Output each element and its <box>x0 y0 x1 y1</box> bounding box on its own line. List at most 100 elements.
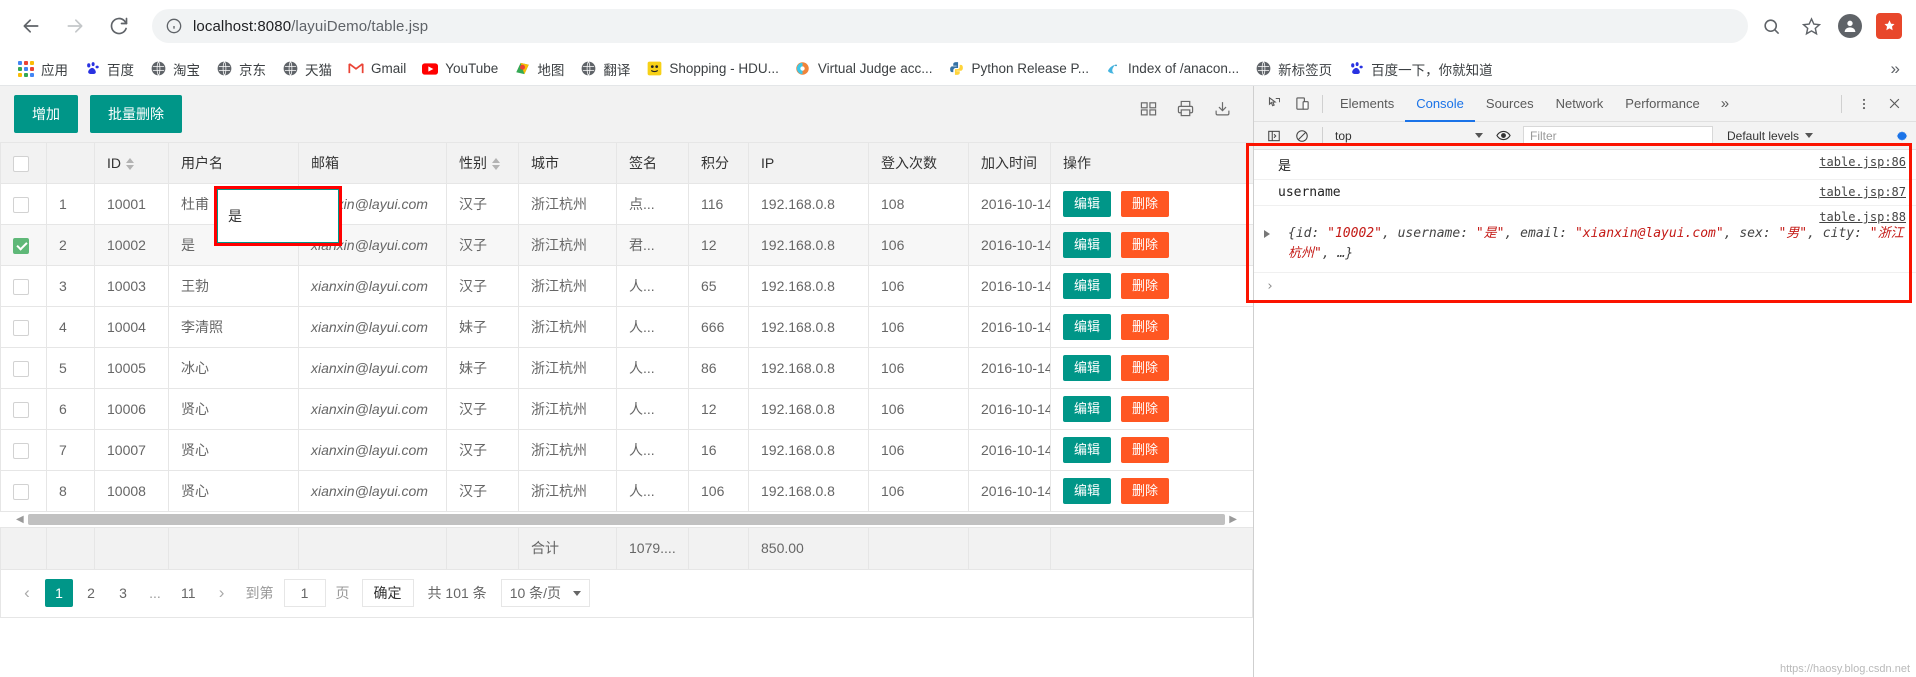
close-icon[interactable] <box>1880 90 1908 118</box>
table-row[interactable]: 7 10007 贤心 xianxin@layui.com 汉子 浙江杭州 人... 16 192… <box>0 429 1254 471</box>
batch-delete-button[interactable]: 批量删除 <box>90 95 182 133</box>
delete-button[interactable]: 删除 <box>1121 232 1170 258</box>
reload-button[interactable] <box>102 9 136 43</box>
row-select-cell[interactable] <box>0 388 47 430</box>
console-filter-input[interactable]: Filter <box>1523 125 1713 146</box>
console-object-preview[interactable]: {id: "10002", username: "是", email: "xia… <box>1278 224 1906 264</box>
page-prev-button[interactable]: ‹ <box>13 579 41 607</box>
bookmark-youtube[interactable]: YouTube <box>414 56 506 82</box>
edit-button[interactable]: 编辑 <box>1063 478 1112 504</box>
row-select-cell[interactable] <box>0 265 47 307</box>
table-row[interactable]: 5 10005 冰心 xianxin@layui.com 妹子 浙江杭州 人... 86 192… <box>0 347 1254 389</box>
edit-button[interactable]: 编辑 <box>1063 273 1112 299</box>
columns-filter-icon[interactable] <box>1140 100 1157 117</box>
console-log-source-link[interactable]: table.jsp:86 <box>1819 155 1906 169</box>
delete-button[interactable]: 删除 <box>1121 478 1170 504</box>
scroll-right-arrow-icon[interactable]: ▶ <box>1225 514 1241 525</box>
kebab-menu-icon[interactable] <box>1850 90 1878 118</box>
row-select-cell[interactable] <box>0 429 47 471</box>
table-horizontal-scrollbar[interactable]: ◀ ▶ <box>0 512 1253 528</box>
bookmark-taobao[interactable]: 淘宝 <box>142 56 208 82</box>
page-number-11[interactable]: 11 <box>173 579 204 607</box>
zoom-search-icon[interactable] <box>1758 13 1784 39</box>
page-number-1[interactable]: 1 <box>45 579 73 607</box>
edit-button[interactable]: 编辑 <box>1063 437 1112 463</box>
username-edit-input[interactable] <box>217 189 339 243</box>
th-sex[interactable]: 性别 <box>446 142 519 184</box>
scroll-left-arrow-icon[interactable]: ◀ <box>12 514 28 525</box>
bookmark-apps[interactable]: 应用 <box>10 56 76 82</box>
console-context-select[interactable]: top <box>1329 126 1489 146</box>
row-select-cell[interactable] <box>0 183 47 225</box>
page-number-3[interactable]: 3 <box>109 579 137 607</box>
delete-button[interactable]: 删除 <box>1121 396 1170 422</box>
edit-button[interactable]: 编辑 <box>1063 355 1112 381</box>
bookmark-baidu-search[interactable]: 百度一下，你就知道 <box>1340 56 1501 82</box>
tab-network[interactable]: Network <box>1545 86 1615 122</box>
page-next-button[interactable]: › <box>208 579 236 607</box>
bookmark-maps[interactable]: 地图 <box>506 56 572 82</box>
edit-button[interactable]: 编辑 <box>1063 314 1112 340</box>
edit-button[interactable]: 编辑 <box>1063 191 1112 217</box>
delete-button[interactable]: 删除 <box>1121 437 1170 463</box>
console-log-source-link[interactable]: table.jsp:88 <box>1819 210 1906 224</box>
bookmark-new-tab[interactable]: 新标签页 <box>1247 56 1340 82</box>
sort-arrows-icon[interactable] <box>126 158 134 171</box>
goto-confirm-button[interactable]: 确定 <box>361 579 414 607</box>
bookmarks-overflow-button[interactable]: » <box>1891 59 1906 79</box>
select-all-checkbox[interactable] <box>13 155 29 172</box>
row-checkbox[interactable] <box>13 360 29 377</box>
bookmark-index-anaconda[interactable]: Index of /anacon... <box>1097 56 1247 82</box>
table-row[interactable]: 2 10002 是 xianxin@layui.com 汉子 浙江杭州 君... 12 192.… <box>0 224 1254 266</box>
back-button[interactable] <box>14 9 48 43</box>
row-checkbox[interactable] <box>13 401 29 418</box>
tab-console[interactable]: Console <box>1405 86 1475 122</box>
tab-elements[interactable]: Elements <box>1329 86 1405 122</box>
print-icon[interactable] <box>1177 100 1194 117</box>
th-id[interactable]: ID <box>94 142 169 184</box>
page-size-select[interactable]: 10 条/页 <box>500 579 591 607</box>
bookmark-python-release[interactable]: Python Release P... <box>940 56 1097 82</box>
edit-button[interactable]: 编辑 <box>1063 396 1112 422</box>
site-info-icon[interactable] <box>166 18 182 34</box>
table-row[interactable]: 4 10004 李清照 xianxin@layui.com 妹子 浙江杭州 人... 666 1… <box>0 306 1254 348</box>
delete-button[interactable]: 删除 <box>1121 314 1170 340</box>
row-checkbox[interactable] <box>13 196 29 213</box>
expand-triangle-icon[interactable] <box>1264 230 1270 238</box>
row-select-cell[interactable] <box>0 347 47 389</box>
delete-button[interactable]: 删除 <box>1121 273 1170 299</box>
devtools-more-tabs-icon[interactable]: » <box>1711 95 1739 112</box>
address-bar[interactable]: localhost:8080/layuiDemo/table.jsp <box>152 9 1748 43</box>
table-row[interactable]: 3 10003 王勃 xianxin@layui.com 汉子 浙江杭州 人... 65 192… <box>0 265 1254 307</box>
inspect-element-icon[interactable] <box>1260 90 1288 118</box>
table-row[interactable]: 1 10001 杜甫 xianxin@layui.com 汉子 浙江杭州 点... 116 19… <box>0 183 1254 225</box>
bookmark-baidu[interactable]: 百度 <box>76 56 142 82</box>
bookmark-virtual-judge[interactable]: Virtual Judge acc... <box>787 56 941 82</box>
console-prompt[interactable]: › <box>1254 273 1916 300</box>
export-icon[interactable] <box>1214 100 1231 117</box>
tab-sources[interactable]: Sources <box>1475 86 1545 122</box>
row-select-cell[interactable] <box>0 306 47 348</box>
table-row[interactable]: 6 10006 贤心 xianxin@layui.com 汉子 浙江杭州 人... 12 192… <box>0 388 1254 430</box>
goto-page-input[interactable] <box>283 579 326 607</box>
bookmark-shopping-hdu[interactable]: Shopping - HDU... <box>638 56 787 82</box>
edit-button[interactable]: 编辑 <box>1063 232 1112 258</box>
live-expression-icon[interactable] <box>1489 122 1517 150</box>
console-log-source-link[interactable]: table.jsp:87 <box>1819 185 1906 199</box>
bookmark-gmail[interactable]: Gmail <box>340 56 414 82</box>
extension-icon[interactable] <box>1876 13 1902 39</box>
bookmark-tmall[interactable]: 天猫 <box>274 56 340 82</box>
row-checkbox[interactable] <box>13 319 29 336</box>
forward-button[interactable] <box>58 9 92 43</box>
row-select-cell[interactable] <box>0 224 47 266</box>
table-row[interactable]: 8 10008 贤心 xianxin@layui.com 汉子 浙江杭州 人... 106 19… <box>0 470 1254 512</box>
row-checkbox[interactable] <box>13 278 29 295</box>
row-checkbox[interactable] <box>13 237 29 254</box>
page-number-2[interactable]: 2 <box>77 579 105 607</box>
console-settings-icon[interactable] <box>1888 122 1916 150</box>
device-toolbar-icon[interactable] <box>1288 90 1316 118</box>
delete-button[interactable]: 删除 <box>1121 191 1170 217</box>
bookmark-jd[interactable]: 京东 <box>208 56 274 82</box>
clear-console-icon[interactable] <box>1288 122 1316 150</box>
add-button[interactable]: 增加 <box>14 95 78 133</box>
